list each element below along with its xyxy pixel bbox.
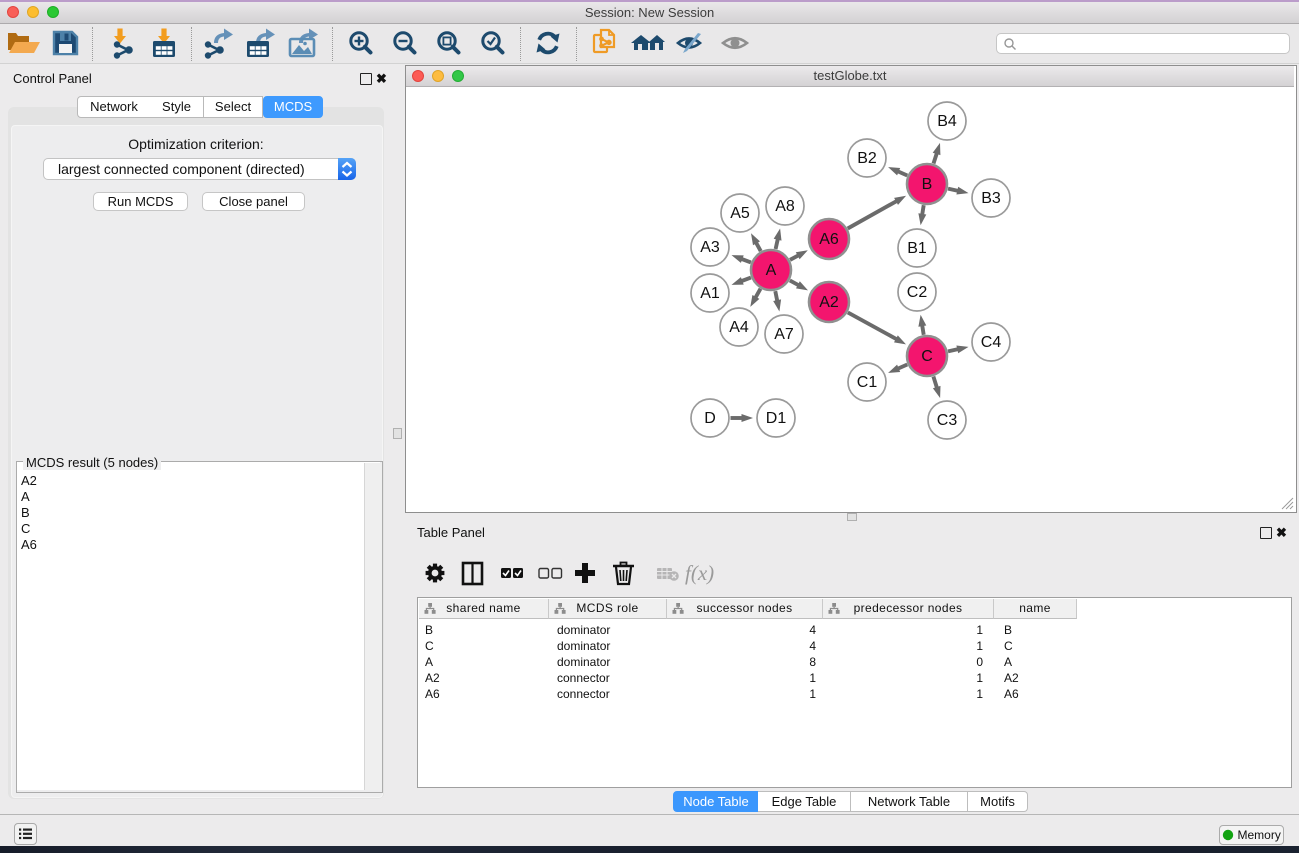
svg-text:B4: B4 [937, 113, 957, 130]
svg-text:A1: A1 [700, 285, 720, 302]
svg-text:f(x): f(x) [685, 561, 714, 585]
svg-text:B: B [922, 176, 933, 193]
svg-text:A6: A6 [819, 231, 839, 248]
svg-text:B2: B2 [857, 150, 877, 167]
svg-text:C2: C2 [907, 284, 928, 301]
svg-text:A7: A7 [774, 326, 794, 343]
svg-text:B3: B3 [981, 190, 1001, 207]
svg-text:D: D [704, 410, 716, 427]
svg-text:C: C [921, 348, 933, 365]
svg-text:D1: D1 [766, 410, 787, 427]
svg-text:C3: C3 [937, 412, 958, 429]
svg-text:A4: A4 [729, 319, 749, 336]
svg-text:A2: A2 [819, 294, 839, 311]
svg-text:C4: C4 [981, 334, 1002, 351]
svg-text:A5: A5 [730, 205, 750, 222]
svg-text:A3: A3 [700, 239, 720, 256]
svg-text:A8: A8 [775, 198, 795, 215]
svg-text:C1: C1 [857, 374, 878, 391]
svg-text:A: A [766, 262, 777, 279]
svg-text:B1: B1 [907, 240, 927, 257]
